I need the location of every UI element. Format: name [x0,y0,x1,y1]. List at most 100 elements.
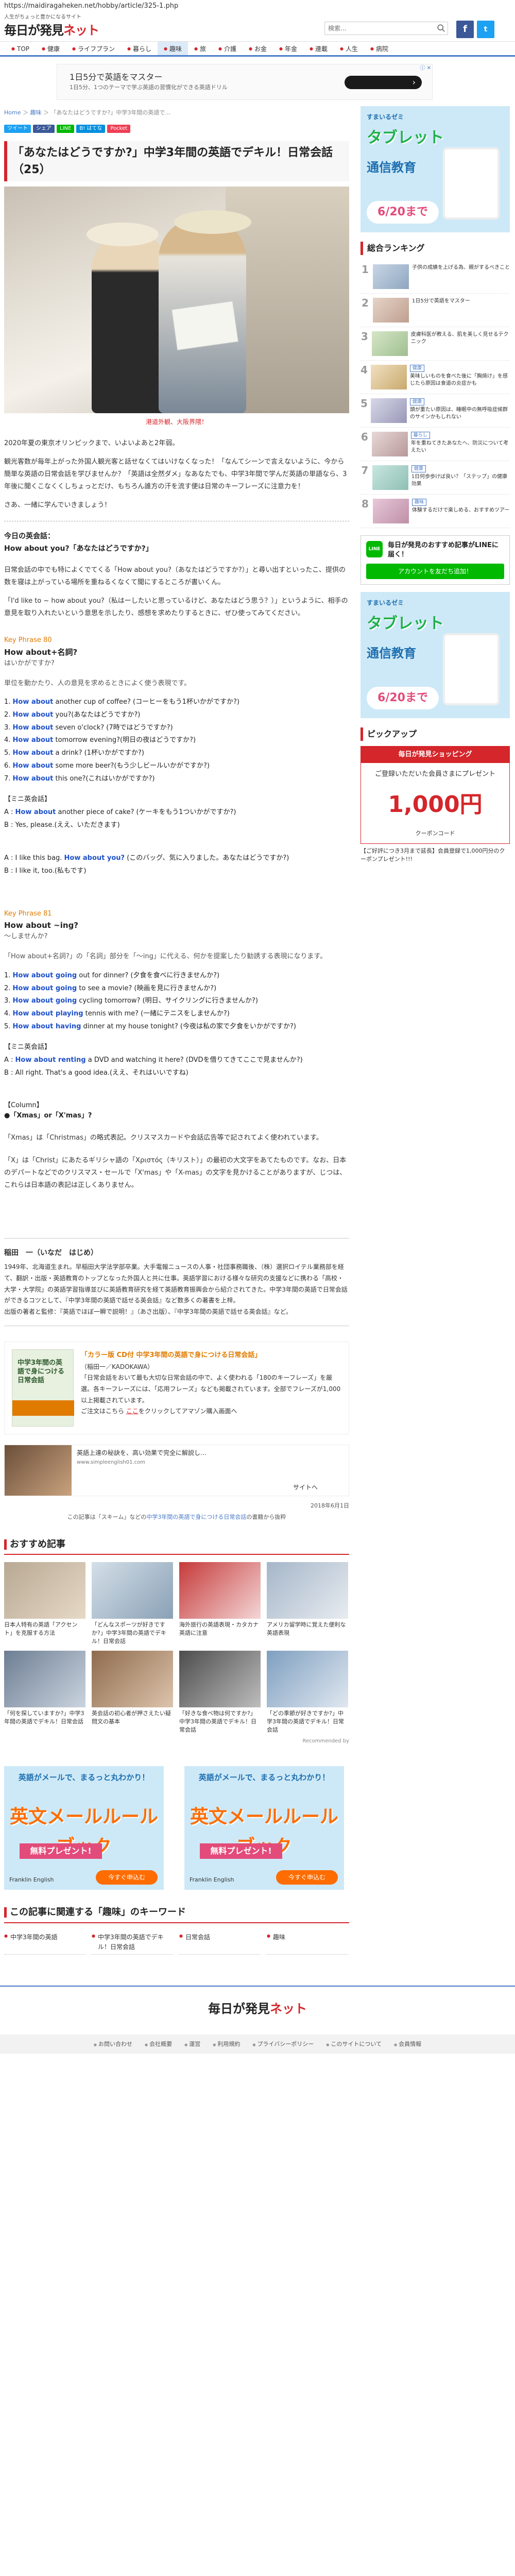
promo-cta-button[interactable]: 今すぐ申込む [276,1870,338,1885]
source-line: この記事は「スキーム」などの中学3年間の英語で身につける日常会話の書籍から抜粋 [67,1514,286,1521]
nav-item[interactable]: 病院 [364,42,394,55]
book-publisher: （稲田一／KADOKAWA） [81,1363,154,1370]
nav-item[interactable]: TOP [5,42,36,55]
sidebar-ad[interactable]: すまいるゼミ タブレット 通信教育 6/20まで [360,106,510,232]
author-works: 出版の著者と監修：『英語でほぼ一瞬で説明！』（あさ出版）、『中学3年間の英語で話… [4,1308,293,1315]
book-order-link[interactable]: ここ [126,1408,139,1415]
share-facebook-button[interactable]: シェア [33,124,55,133]
nav-item[interactable]: 連載 [303,42,334,55]
facebook-button[interactable]: f [456,21,474,38]
list-item: 2. How about you?(あなたはどうですか?) [4,711,141,719]
source-link[interactable]: 中学3年間の英語で身につける日常会話 [146,1514,246,1520]
book-cover-image[interactable]: 中学3年間の英語で身につける日常会話 [12,1349,74,1427]
convo-line: B : I like it, too.(私もです) [4,867,87,875]
ad-close-icon[interactable]: ⓘ ✕ [420,64,431,73]
recommend-card[interactable]: 「どんなスポーツが好きですか?」中学3年間の英語でデキル！日常会話 [92,1562,173,1646]
recommend-card[interactable]: 英会話の初心者が押さえたい疑問文の基本 [92,1651,173,1734]
keyword-link[interactable]: 趣味 [267,1930,348,1955]
ranking-item[interactable]: 4 健康 美味しいものを食べた後に「胸焼け」を感じたら原因は食道の炎症かも [360,361,510,394]
sidebar-ad[interactable]: すまいるゼミ タブレット 通信教育 6/20まで [360,591,510,718]
nav-item[interactable]: ライフプラン [66,42,121,55]
pickup-banner[interactable]: 毎日が発見ショッピング ご登録いただいた会員さまにプレゼント 1,000円 クー… [360,745,510,844]
external-ad[interactable]: 英語上達の秘訣を、高い効果で完全に解説し… www.simpleenglish0… [4,1445,349,1497]
nav-item[interactable]: お金 [243,42,273,55]
sidebar: すまいるゼミ タブレット 通信教育 6/20まで 総合ランキング 1 子供の成績を… [360,106,510,1975]
search-icon[interactable] [437,24,446,33]
article-intro: 2020年夏の東京オリンピックまで、いよいよあと2年弱。 観光客数が毎年上がった… [4,437,349,512]
key-phrase-desc: 単位を動かたり、人の意見を求めるときによく使う表現です。 [4,679,191,687]
recommend-card[interactable]: 日本人特有の英語「アクセント」を克服する方法 [4,1562,85,1646]
footer-link[interactable]: 運営 [184,2040,200,2049]
keyword-link[interactable]: 日常会話 [179,1930,261,1955]
list-item: 4. How about tomorrow evening?(明日の夜はどうです… [4,736,196,744]
external-ad-site-link[interactable]: サイトへ [293,1483,318,1493]
share-line-button[interactable]: LINE [57,124,75,133]
footer-logo[interactable]: 毎日が発見ネット [0,1999,515,2019]
share-twitter-button[interactable]: ツイート [4,124,31,133]
ranking-item[interactable]: 6 暮らし 年を重ねてきたあなたへ、防災について考えたい [360,428,510,461]
keyword-link[interactable]: 中学3年間の英語でデキル！日常会話 [92,1930,173,1955]
recommend-thumb [92,1651,173,1708]
article-body: 日常会話の中でも特によくでてくる「How about you?（あなたはどうです… [4,564,349,620]
ranking-item[interactable]: 3 皮膚科医が教える、肌を美しく見せるテクニック [360,327,510,361]
key-phrase-label: Key Phrase 80 [4,636,52,644]
intro-paragraph: さあ、一緒に学んでいきましょう！ [4,501,111,509]
top-ad-banner[interactable]: 1日5分で英語をマスター 1日5分、1つのテーマで学ぶ英語の習慣化ができる英語ド… [57,64,433,100]
main-nav: TOP 健康 ライフプラン 暮らし 趣味 旅 介護 お金 年金 連載 人生 病院 [0,41,515,57]
list-item: 1. How about another cup of coffee? (コーヒ… [4,698,239,706]
share-pocket-button[interactable]: Pocket [107,124,131,133]
promo-banner[interactable]: 英語がメールで、まるっと丸わかり！ 英文メールルールブック 無料プレゼント! 今… [184,1766,344,1890]
nav-item[interactable]: 人生 [334,42,364,55]
footer-link[interactable]: 会員情報 [394,2040,421,2049]
recommend-card[interactable]: 「何を探していますか?」中学3年間の英語でデキル！日常会話 [4,1651,85,1734]
breadcrumb-category[interactable]: 趣味 [30,109,41,116]
recommend-thumb [179,1562,261,1619]
nav-item-active[interactable]: 趣味 [158,42,188,55]
recommend-card[interactable]: 「どの季節が好きですか?」中学3年間の英語でデキル！日常会話 [267,1651,348,1734]
nav-item[interactable]: 介護 [212,42,243,55]
line-add-friend-button[interactable]: アカウントを友だち追加！ [366,563,504,579]
ranking-item[interactable]: 8 趣味 体験するだけで楽しめる、おすすめツアー [360,495,510,528]
key-phrase-title: How about+名詞? [4,647,78,657]
column-head: 【Column】 [4,1101,43,1109]
mini-convo-head: 【ミニ英会話】 [4,1043,52,1052]
promo-banner[interactable]: 英語がメールで、まるっと丸わかり！ 英文メールルールブック 無料プレゼント! 今… [4,1766,164,1890]
twitter-button[interactable]: t [477,21,494,38]
recommend-card[interactable]: 「好きな食べ物は何ですか?」中学3年間の英語でデキル！日常会話 [179,1651,261,1734]
ad-open-button[interactable] [345,76,422,89]
promo-cta-button[interactable]: 今すぐ申込む [96,1870,158,1885]
footer-link[interactable]: このサイトについて [326,2040,382,2049]
nav-item[interactable]: 旅 [188,42,212,55]
ranking-item[interactable]: 2 1日5分で英語をマスター [360,294,510,327]
intro-paragraph: 2020年夏の東京オリンピックまで、いよいよあと2年弱。 [4,439,179,447]
list-item: 5. How about having dinner at my house t… [4,1022,296,1030]
footer-link[interactable]: お問い合わせ [94,2040,132,2049]
browser-url[interactable]: https://maidiragaheken.net/hobby/article… [0,0,515,12]
site-logo[interactable]: 毎日が発見ネット [4,21,99,40]
column-body: 「Xmas」は「Christmas」の略式表記。クリスマスカードや会話広告等で記… [4,1132,349,1192]
share-hatena-button[interactable]: B! はてな [76,124,106,133]
ranking-item[interactable]: 7 健康 1日何歩歩けば良い？「ステップ」の健康効果 [360,461,510,495]
nav-item[interactable]: 暮らし [121,42,158,55]
line-icon: LINE [366,540,383,557]
search-input[interactable] [324,22,448,35]
list-item: 2. How about going to see a movie? (映画を見… [4,984,217,992]
pickup-caption[interactable]: 【ご好評につき3月まで延長】会員登録で1,000円分のクーポンプレゼント!!! [360,847,510,864]
recommended-by: Recommended by [302,1738,349,1744]
ranking-item[interactable]: 5 健康 頭が重たい原因は、睡眠中の無呼吸症候群のサインかもしれない [360,394,510,428]
nav-item[interactable]: 年金 [273,42,303,55]
nav-item[interactable]: 健康 [36,42,66,55]
recommend-thumb [92,1562,173,1619]
footer-link[interactable]: 利用規約 [213,2040,240,2049]
breadcrumb-home[interactable]: Home [4,109,21,116]
footer-link[interactable]: 会社概要 [145,2040,172,2049]
mini-convo-head: 【ミニ英会話】 [4,795,52,804]
logo-main: 毎日が発見 [4,23,64,38]
list-item: 6. How about some more beer?(もう少しビールいかがで… [4,761,210,770]
recommend-card[interactable]: 海外旅行の英語表現・カタカナ英語に注意 [179,1562,261,1646]
book-cover-title: 中学3年間の英語で身につける日常会話 [18,1359,65,1385]
recommend-card[interactable]: アメリカ留学時に覚えた便利な英語表現 [267,1562,348,1646]
keyword-link[interactable]: 中学3年間の英語 [4,1930,85,1955]
footer-link[interactable]: プライバシーポリシー [252,2040,314,2049]
ranking-item[interactable]: 1 子供の成績を上げる為、親がするべきこと [360,260,510,294]
